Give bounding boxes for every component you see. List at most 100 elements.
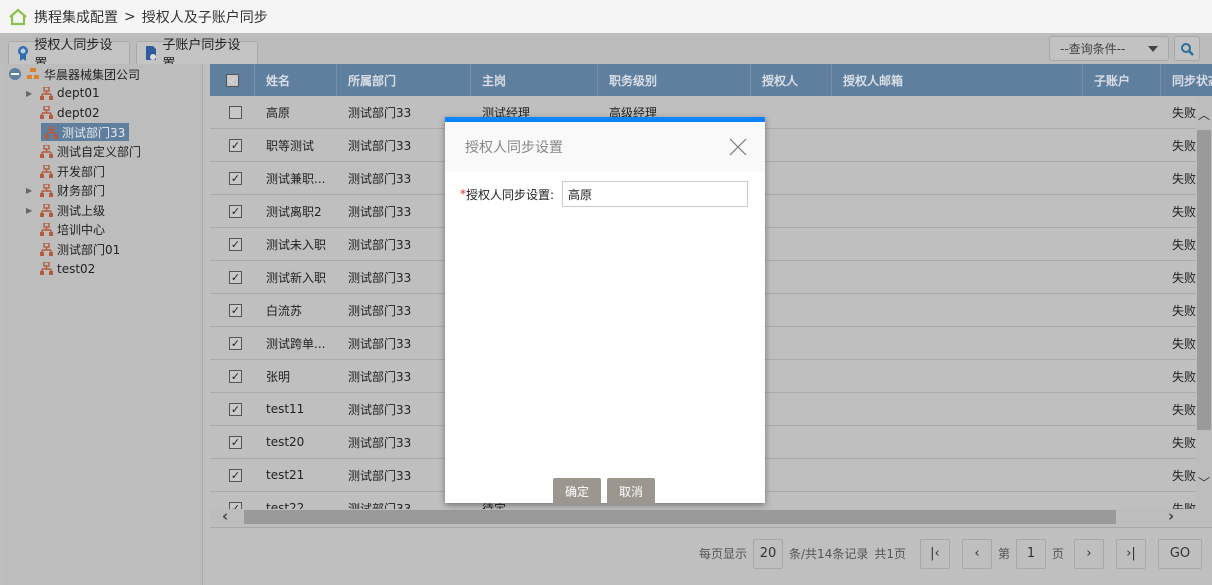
department-icon [40,145,53,158]
per-page-input[interactable]: 20 [753,538,783,569]
cell-name: 张明 [266,369,291,384]
scroll-up-icon[interactable]: ︿ [1198,106,1210,123]
row-checkbox[interactable]: ✓ [210,261,255,293]
cell-name: 测试新入职 [266,270,327,285]
organization-icon [27,68,39,79]
row-checkbox[interactable]: ✓ [210,162,255,194]
cell-name: 白流苏 [266,303,303,318]
home-icon[interactable] [8,8,28,26]
row-checkbox[interactable]: ✓ [210,327,255,359]
cell-name: 测试离职2 [266,204,322,219]
cell-name: test22 [266,501,305,509]
authorizer-field: * 授权人同步设置: 高原 [460,181,749,207]
tree-node[interactable]: 测试部门01 [26,240,120,258]
column-header[interactable]: 授权人 [751,64,832,96]
department-icon [40,164,53,178]
department-icon [40,86,53,100]
column-header[interactable]: 同步状态 [1161,64,1212,96]
department-tree: 华晨器械集团公司 ▶ dept01 dept02 测试部门33 测试自定义部门 开发部门 ▶… [4,64,203,585]
department-icon [40,184,53,197]
close-icon[interactable] [729,138,747,156]
expand-arrow-icon[interactable]: ▶ [26,206,36,215]
column-header[interactable]: 职务级别 [598,64,751,96]
department-icon [40,242,53,256]
tree-node[interactable]: ▶ 财务部门 [26,182,105,200]
row-checkbox[interactable]: ✓ [210,393,255,425]
breadcrumb-separator: > [124,8,136,25]
department-icon [40,106,53,119]
vertical-scrollbar[interactable]: ︿ ﹀ [1196,96,1212,509]
row-checkbox[interactable] [210,96,255,128]
document-add-icon [146,46,156,60]
horizontal-scrollbar[interactable]: ‹ › [210,507,1212,526]
tab-bar: 授权人同步设置 子账户同步设置 [0,33,1212,72]
row-checkbox[interactable]: ✓ [210,195,255,227]
tree-node[interactable]: 测试部门33 [41,123,130,141]
tree-root[interactable]: 华晨器械集团公司 [8,65,140,83]
authorizer-input[interactable]: 高原 [562,181,749,207]
go-button[interactable]: GO [1158,538,1202,569]
row-checkbox[interactable]: ✓ [210,426,255,458]
pagination: 每页显示 20 条/共14条记录 共1页 |‹ ‹ 第 1 页 › ›| GO [210,527,1212,579]
cell-name: 测试跨单... [266,336,326,351]
award-icon [18,46,28,61]
cell-name: test21 [266,468,305,482]
cell-name: test11 [266,402,305,416]
query-condition-select[interactable]: --查询条件-- [1049,36,1169,61]
collapse-icon[interactable] [8,67,22,81]
column-header[interactable]: 所属部门 [337,64,471,96]
row-checkbox[interactable]: ✓ [210,129,255,161]
search-button[interactable] [1174,36,1200,61]
tree-node[interactable]: ▶ 测试上级 [26,201,105,219]
tree-node[interactable]: 开发部门 [26,162,105,180]
table-header: ✓姓名所属部门主岗职务级别授权人授权人邮箱子账户同步状态 [210,64,1212,96]
column-header[interactable]: 子账户 [1083,64,1161,96]
dialog-title: 授权人同步设置 [465,140,563,156]
cell-name: 职等测试 [266,138,315,153]
row-checkbox[interactable]: ✓ [210,360,255,392]
vertical-scroll-thumb[interactable] [1197,130,1211,430]
tree-node[interactable]: 测试自定义部门 [26,143,141,161]
search-icon [1181,42,1194,56]
horizontal-scroll-thumb[interactable] [244,510,1116,524]
next-page-button[interactable]: › [1074,538,1104,569]
tree-node[interactable]: 培训中心 [26,221,105,239]
authorizer-field-label: 授权人同步设置: [466,187,555,202]
cell-name: 测试未入职 [266,237,327,252]
page-input[interactable]: 1 [1015,538,1046,569]
row-checkbox[interactable]: ✓ [210,492,255,509]
scroll-down-icon[interactable]: ﹀ [1198,474,1210,491]
department-icon [40,203,53,217]
row-checkbox[interactable]: ✓ [210,228,255,260]
cancel-button[interactable]: 取消 [607,478,656,504]
tree-node[interactable]: dept02 [26,104,100,122]
prev-page-button[interactable]: ‹ [961,538,992,569]
scroll-left-icon[interactable]: ‹ [222,507,228,525]
row-checkbox[interactable]: ✓ [210,459,255,491]
confirm-button[interactable]: 确定 [553,478,602,504]
scroll-right-icon[interactable]: › [1168,507,1174,525]
department-icon [40,262,53,275]
department-icon [45,125,58,139]
authorizer-sync-dialog: 授权人同步设置 * 授权人同步设置: 高原 确定 取消 [445,117,765,504]
expand-arrow-icon[interactable]: ▶ [26,186,36,195]
select-all-checkbox[interactable]: ✓ [210,64,255,96]
breadcrumb-root[interactable]: 携程集成配置 [34,7,118,27]
column-header[interactable]: 授权人邮箱 [832,64,1083,96]
last-page-button[interactable]: ›| [1116,538,1146,569]
dialog-header: 授权人同步设置 [445,122,765,172]
cell-name: test20 [266,435,305,449]
department-icon [40,223,53,236]
breadcrumb-current: 授权人及子账户同步 [141,9,268,26]
tab-authorizer-sync[interactable]: 授权人同步设置 [8,38,130,72]
expand-arrow-icon[interactable]: ▶ [26,89,36,98]
row-checkbox[interactable]: ✓ [210,294,255,326]
chevron-down-icon [1148,46,1158,52]
tab-subaccount-sync[interactable]: 子账户同步设置 [136,38,258,72]
column-header[interactable]: 姓名 [255,64,337,96]
column-header[interactable]: 主岗 [471,64,598,96]
tree-node[interactable]: ▶ dept01 [26,84,100,102]
cell-name: 高原 [266,105,291,120]
first-page-button[interactable]: |‹ [919,538,950,569]
tree-node[interactable]: test02 [26,260,95,278]
